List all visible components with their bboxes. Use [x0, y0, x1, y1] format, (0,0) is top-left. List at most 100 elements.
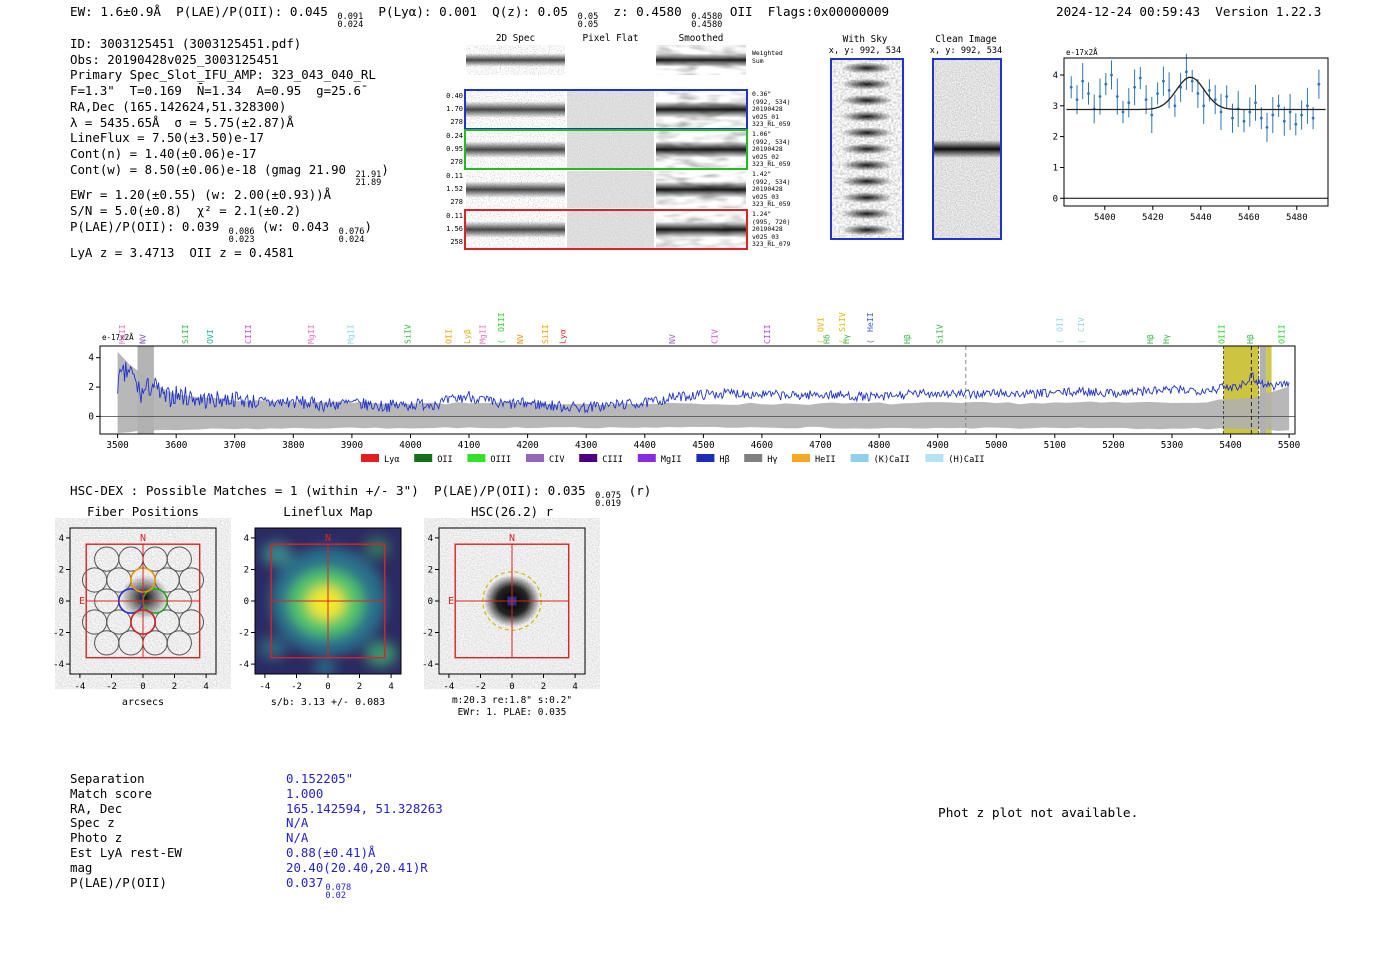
- match-row: Est LyA rest-EW 0.88(±0.41)Å: [70, 844, 443, 861]
- line-label-HeII: HeII: [865, 312, 875, 332]
- svg-text:-2: -2: [475, 682, 486, 692]
- svg-text:0: 0: [88, 411, 94, 422]
- detection-info-block: ID: 3003125451 (3003125451.pdf) Obs: 2019…: [70, 36, 389, 260]
- info-line: F=1.3" T=0.169 N̄=1.34 A=0.95 g=25.6̄: [70, 83, 361, 99]
- legend-label: OIII: [490, 455, 511, 465]
- svg-text:0: 0: [140, 682, 145, 692]
- match-label: Est LyA rest-EW: [70, 844, 182, 860]
- info-line: LineFlux = 7.50(±3.50)e-17: [70, 130, 264, 146]
- line-label-CIII: CIII: [762, 324, 772, 344]
- smoothed-strip: [656, 171, 746, 208]
- stacked-uncertainty: 0.086 0.023: [228, 226, 255, 246]
- line-label-SiIV: SiIV: [934, 324, 944, 344]
- svg-text:3600: 3600: [165, 440, 187, 451]
- line-label-Hβ: Hβ: [1145, 334, 1155, 344]
- weighted-2dspec-strip: [466, 45, 565, 75]
- legend-swatch: [361, 454, 379, 462]
- svg-text:4200: 4200: [516, 440, 538, 451]
- line-label-Lyβ: Lyβ: [462, 329, 472, 344]
- fiber-annotation: 0.36" (992, 534) 20190428 v025_01 323_RL_059: [752, 90, 791, 129]
- compass-east-label: E: [79, 596, 85, 607]
- pixelflat-noise: [567, 131, 654, 168]
- row-fit-values: 0.40 1.70 278: [446, 92, 463, 126]
- svg-text:5420: 5420: [1142, 213, 1164, 223]
- clean-image: [932, 58, 1002, 240]
- match-value: 165.142594, 51.328263: [286, 800, 443, 816]
- legend-label: (H)CaII: [948, 455, 984, 465]
- match-row: Photo z N/A: [70, 830, 443, 846]
- match-label: Match score: [70, 785, 153, 801]
- svg-text:4: 4: [428, 534, 433, 544]
- svg-text:(: (: [1077, 339, 1086, 344]
- svg-text:-4: -4: [238, 660, 249, 670]
- svg-text:4500: 4500: [692, 440, 714, 451]
- line-label-OVI: OVI: [205, 329, 215, 344]
- line-label-CIV: CIV: [1076, 317, 1086, 332]
- legend-swatch: [744, 454, 763, 462]
- match-value: 0.037 0.078 0.02: [286, 874, 352, 901]
- row-fit-values: 0.11 1.52 278: [446, 172, 463, 206]
- info-line: P(LAE)/P(OII): 0.039 0.086 0.023 (w: 0.04…: [70, 218, 372, 246]
- hsc-r-cutout-chart: NE-4-4-2-2002244m:20.3 re:1.8" s:0.2"EWr…: [422, 527, 586, 718]
- svg-text:-2: -2: [106, 682, 117, 692]
- svg-text:4: 4: [88, 353, 94, 364]
- svg-text:-4: -4: [422, 660, 433, 670]
- info-line: λ = 5435.65Å σ = 5.75(±2.87)Å: [70, 114, 294, 130]
- svg-text:0: 0: [509, 682, 514, 692]
- legend-swatch: [467, 454, 486, 462]
- noise-band: [117, 351, 1290, 433]
- svg-text:5480: 5480: [1286, 213, 1308, 223]
- smoothed-noise: [656, 131, 746, 168]
- compass-north-label: N: [509, 533, 515, 544]
- svg-text:4700: 4700: [809, 440, 831, 451]
- match-label: mag: [70, 859, 93, 875]
- legend-label: Hβ: [719, 455, 729, 465]
- match-row: RA, Dec 165.142594, 51.328263: [70, 800, 443, 817]
- match-label: P(LAE)/P(OII): [70, 874, 167, 890]
- 2d-spec-cutout-grid: Weighted Sum 0.40 1.70 278 0.36" (992, 534) 201…: [440, 42, 840, 257]
- header-timestamp: 2024-12-24 00:59:43 Version 1.22.3: [1056, 4, 1321, 19]
- svg-text:0: 0: [1053, 194, 1058, 204]
- photz-note: Phot z plot not available.: [938, 806, 1139, 821]
- catalog-match-table: Separation 0.152205" Match score 1.000 RA, D…: [70, 771, 443, 901]
- fiber-positions-chart: N E -4 -4 -2 -2 0 0 2 2 4 4 arcsecs: [53, 527, 217, 708]
- svg-text:(: (: [1055, 339, 1064, 344]
- info-line: LyA z = 3.4713 OII z = 0.4581: [70, 244, 294, 260]
- line-label-MgII: MgII: [306, 324, 316, 344]
- svg-text:5200: 5200: [1102, 440, 1124, 451]
- with-sky-title: With Sky: [842, 34, 888, 45]
- smoothed-noise: [656, 91, 746, 128]
- fiber-xlabel: arcsecs: [122, 697, 164, 708]
- smoothed-noise: [656, 211, 746, 248]
- line-label-CIII: CIII: [243, 324, 253, 344]
- info-line: RA,Dec (165.142624,51.328300): [70, 98, 287, 114]
- info-line: S/N = 5.0(±0.8) χ² = 2.1(±0.2): [70, 203, 302, 219]
- svg-text:-4: -4: [443, 682, 454, 692]
- match-row: Separation 0.152205": [70, 771, 443, 787]
- line-label-OIII: OIII: [1277, 324, 1287, 344]
- svg-text:-2: -2: [238, 629, 249, 639]
- hsc-cutout-panel: N E -4 -4 -2 -2 0 0 2 2 4 4 m:20.3 re:1.8" s:0.2" EWr…: [409, 518, 604, 720]
- line-label-OVI: OVI: [815, 317, 825, 332]
- svg-text:3800: 3800: [282, 440, 304, 451]
- match-value: 20.40(20.40,20.41)R: [286, 859, 428, 875]
- compass-east-label: E: [448, 596, 454, 607]
- pixelflat-noise: [567, 211, 654, 248]
- svg-text:5460: 5460: [1238, 213, 1260, 223]
- timestamp: 2024-12-24 00:59:43: [1056, 4, 1201, 19]
- line-label-NV: NV: [138, 334, 148, 344]
- weighted-smoothed-noise: [656, 45, 746, 75]
- svg-text:2: 2: [357, 682, 362, 692]
- legend-label: HeII: [815, 455, 836, 465]
- match-value: N/A: [286, 815, 309, 831]
- svg-text:-4: -4: [53, 660, 64, 670]
- stacked-uncertainty: 21.91 21.89: [355, 169, 382, 189]
- svg-text:4: 4: [388, 682, 393, 692]
- fiber-annotation: 1.42" (992, 534) 20190428 v025_03 323_RL_059: [752, 170, 791, 209]
- hsc-caption-2: EWr: 1. PLAE: 0.035: [458, 707, 567, 718]
- svg-text:4100: 4100: [458, 440, 480, 451]
- svg-text:5400: 5400: [1094, 213, 1116, 223]
- svg-text:4: 4: [572, 682, 577, 692]
- legend-label: CIV: [549, 455, 565, 465]
- svg-text:2: 2: [541, 682, 546, 692]
